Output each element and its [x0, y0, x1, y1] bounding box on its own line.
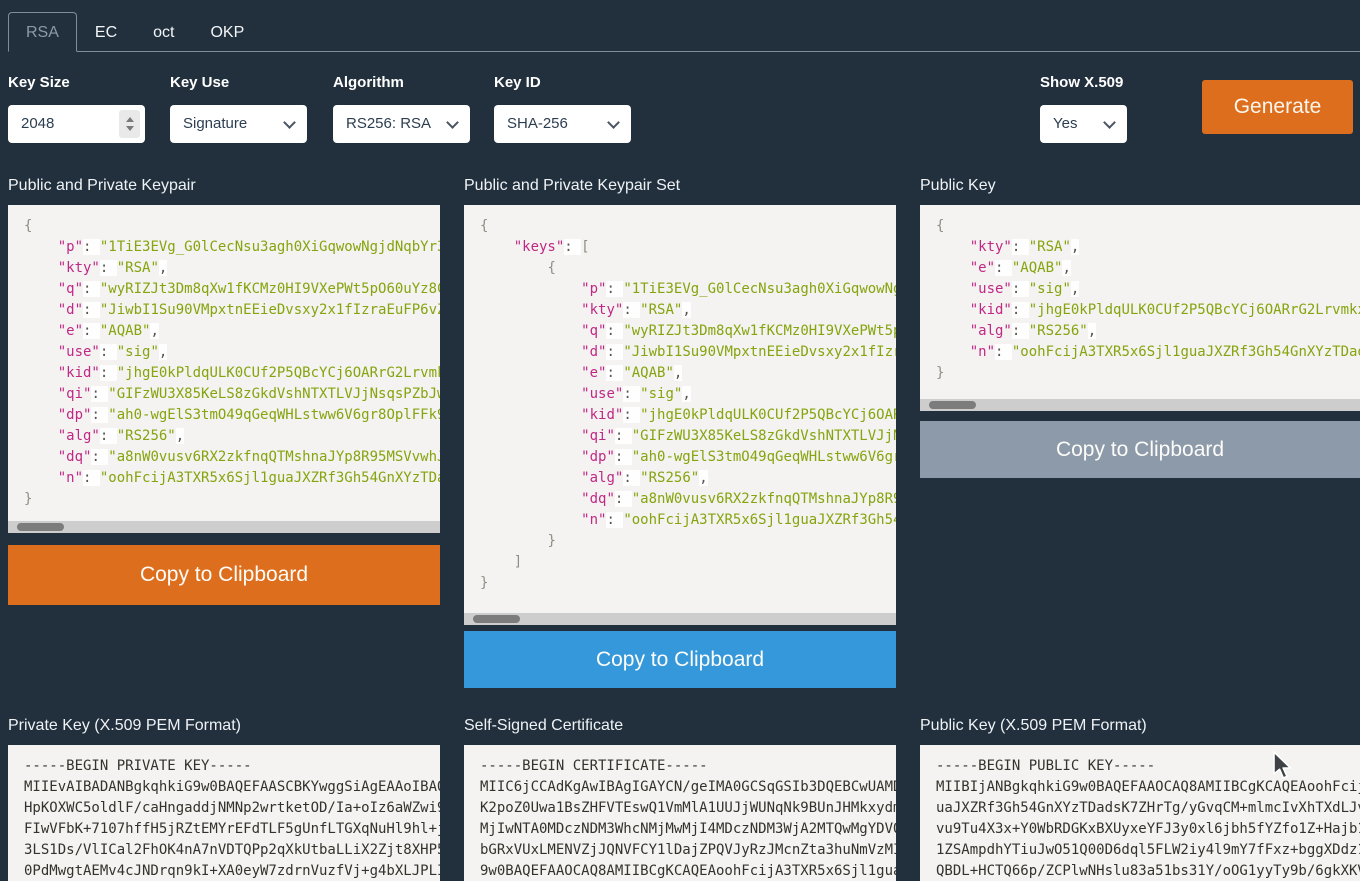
tab-ec[interactable]: EC — [77, 12, 135, 52]
algorithm-select[interactable]: RS256: RSA — [333, 105, 470, 143]
scrollbar-thumb[interactable] — [929, 401, 976, 409]
key-size-group: Key Size 2048 — [8, 74, 145, 143]
tab-bar: RSAECoctOKP — [8, 12, 1360, 52]
key-use-label: Key Use — [170, 74, 307, 91]
tab-rsa[interactable]: RSA — [8, 12, 77, 52]
private-pem-text: -----BEGIN PRIVATE KEY-----MIIEvAIBADANB… — [8, 745, 440, 881]
public-pem-block: -----BEGIN PUBLIC KEY-----MIIBIjANBgkqhk… — [920, 745, 1360, 881]
show-x509-label: Show X.509 — [1040, 74, 1127, 91]
chevron-down-icon[interactable] — [607, 116, 620, 129]
show-x509-group: Show X.509 Yes — [1040, 74, 1127, 143]
algorithm-label: Algorithm — [333, 74, 470, 91]
horizontal-scrollbar[interactable] — [8, 521, 440, 533]
certificate-text: -----BEGIN CERTIFICATE-----MIIC6jCCAdKgA… — [464, 745, 896, 881]
show-x509-value: Yes — [1053, 115, 1077, 132]
key-use-value: Signature — [183, 115, 247, 132]
horizontal-scrollbar[interactable] — [464, 613, 896, 625]
algorithm-group: Algorithm RS256: RSA — [333, 74, 470, 143]
keypair-set-panel-title: Public and Private Keypair Set — [464, 176, 680, 195]
key-use-group: Key Use Signature — [170, 74, 307, 143]
tab-okp[interactable]: OKP — [192, 12, 262, 52]
keypair-panel-title: Public and Private Keypair — [8, 176, 196, 195]
keypair-set-json-code: { "keys": [ { "p": "1TiE3EVg_G0lCecNsu3a… — [464, 205, 896, 594]
private-pem-panel-title: Private Key (X.509 PEM Format) — [8, 716, 241, 735]
public-pem-text: -----BEGIN PUBLIC KEY-----MIIBIjANBgkqhk… — [920, 745, 1360, 881]
private-pem-block: -----BEGIN PRIVATE KEY-----MIIEvAIBADANB… — [8, 745, 440, 881]
key-size-input[interactable]: 2048 — [8, 105, 145, 143]
copy-keypair-set-button[interactable]: Copy to Clipboard — [464, 631, 896, 688]
show-x509-select[interactable]: Yes — [1040, 105, 1127, 143]
certificate-block: -----BEGIN CERTIFICATE-----MIIC6jCCAdKgA… — [464, 745, 896, 881]
key-id-label: Key ID — [494, 74, 631, 91]
stepper-up-icon[interactable] — [126, 117, 134, 122]
number-stepper-icon[interactable] — [119, 110, 140, 138]
generate-button[interactable]: Generate — [1202, 80, 1353, 134]
chevron-down-icon[interactable] — [283, 116, 296, 129]
scrollbar-thumb[interactable] — [473, 615, 520, 623]
copy-public-key-button[interactable]: Copy to Clipboard — [920, 421, 1360, 478]
key-use-select[interactable]: Signature — [170, 105, 307, 143]
chevron-down-icon[interactable] — [1103, 116, 1116, 129]
public-key-json-code: { "kty": "RSA", "e": "AQAB", "use": "sig… — [920, 205, 1360, 384]
chevron-down-icon[interactable] — [446, 116, 459, 129]
key-id-value: SHA-256 — [507, 115, 568, 132]
generator-form: Key Size 2048 Key Use Signature Algorith… — [0, 52, 1360, 162]
public-pem-panel-title: Public Key (X.509 PEM Format) — [920, 716, 1147, 735]
scrollbar-thumb[interactable] — [17, 523, 64, 531]
key-size-value: 2048 — [21, 115, 54, 132]
certificate-panel-title: Self-Signed Certificate — [464, 716, 623, 735]
horizontal-scrollbar[interactable] — [920, 399, 1360, 411]
stepper-down-icon[interactable] — [126, 126, 134, 131]
algorithm-value: RS256: RSA — [346, 115, 431, 132]
keypair-set-json-block: { "keys": [ { "p": "1TiE3EVg_G0lCecNsu3a… — [464, 205, 896, 625]
key-id-group: Key ID SHA-256 — [494, 74, 631, 143]
key-size-label: Key Size — [8, 74, 145, 91]
tab-oct[interactable]: oct — [135, 12, 192, 52]
copy-keypair-button[interactable]: Copy to Clipboard — [8, 545, 440, 605]
keypair-json-code: { "p": "1TiE3EVg_G0lCecNsu3agh0XiGqwowNg… — [8, 205, 440, 510]
keypair-json-block: { "p": "1TiE3EVg_G0lCecNsu3agh0XiGqwowNg… — [8, 205, 440, 533]
public-key-panel-title: Public Key — [920, 176, 996, 195]
mkjwk-page: { "tabs": [ {"label": "RSA", "active": t… — [0, 0, 1360, 881]
key-id-select[interactable]: SHA-256 — [494, 105, 631, 143]
public-key-json-block: { "kty": "RSA", "e": "AQAB", "use": "sig… — [920, 205, 1360, 411]
